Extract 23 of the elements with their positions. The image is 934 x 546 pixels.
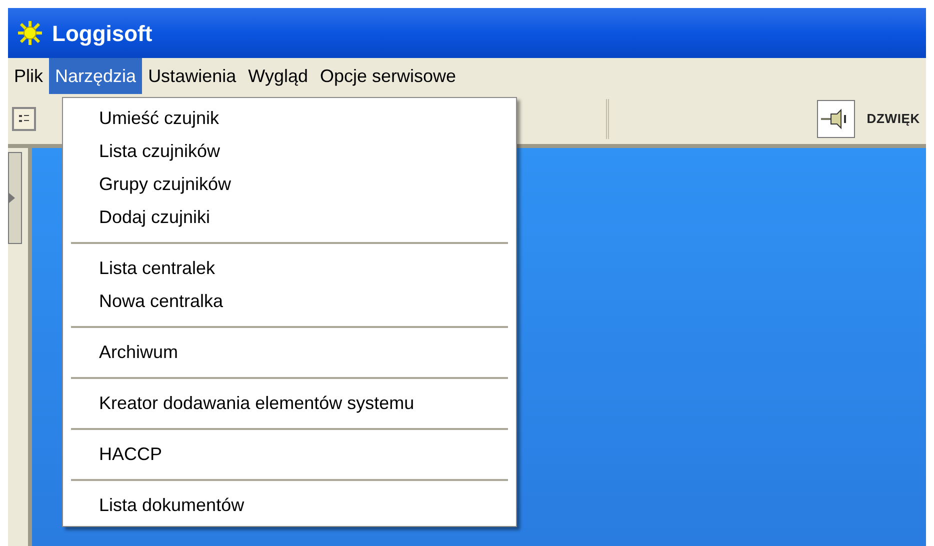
menu-option[interactable]: Kreator dodawania elementów systemu xyxy=(63,387,516,420)
side-panel-toggle[interactable] xyxy=(8,152,22,244)
triangle-right-icon xyxy=(9,193,15,203)
list-icon xyxy=(18,113,30,125)
window-title: Loggisoft xyxy=(52,20,152,48)
menu-item[interactable]: Plik xyxy=(8,58,50,94)
menu-option[interactable]: Lista dokumentów xyxy=(63,489,516,522)
sun-icon xyxy=(16,19,44,47)
toolbar-button[interactable] xyxy=(12,107,36,131)
menu-option[interactable]: HACCP xyxy=(63,438,516,471)
menu-option[interactable]: Lista centralek xyxy=(63,252,516,285)
menu-option[interactable]: Archiwum xyxy=(63,336,516,369)
menu-item[interactable]: Opcje serwisowe xyxy=(314,58,462,94)
menu-option[interactable]: Lista czujników xyxy=(63,135,516,168)
menu-item[interactable]: Ustawienia xyxy=(142,58,242,94)
menu-item[interactable]: Wygląd xyxy=(242,58,314,94)
menu-option[interactable]: Nowa centralka xyxy=(63,285,516,318)
menu-option[interactable]: Dodaj czujniki xyxy=(63,201,516,234)
menu-option[interactable]: Grupy czujników xyxy=(63,168,516,201)
sound-label: DZWIĘK xyxy=(866,110,920,128)
menu-option[interactable]: Umieść czujnik xyxy=(63,102,516,135)
sound-button[interactable] xyxy=(816,100,855,138)
menu-item[interactable]: Narzędzia xyxy=(49,58,142,94)
